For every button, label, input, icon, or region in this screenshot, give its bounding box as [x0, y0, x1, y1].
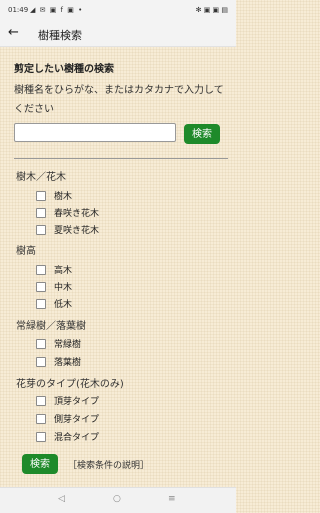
checkbox-option[interactable]: 頂芽タイプ: [36, 394, 99, 407]
checkbox[interactable]: [36, 431, 46, 442]
checkbox[interactable]: [36, 264, 46, 275]
notification-icons: ◢ ✉ ▣ f ▣ •: [30, 6, 84, 14]
search-instruction: 樹種名をひらがな、またはカタカナで入力してください: [14, 85, 224, 115]
checkbox-label: 側芽タイプ: [54, 415, 100, 425]
checkbox-option[interactable]: 春咲き花木: [36, 206, 99, 219]
search-heading: 剪定したい樹種の検索: [14, 64, 114, 75]
checkbox-option[interactable]: 落葉樹: [36, 355, 81, 368]
checkbox[interactable]: [36, 356, 46, 367]
bottom-search-button[interactable]: 検索: [22, 454, 58, 474]
checkbox[interactable]: [36, 281, 46, 292]
search-conditions-link[interactable]: ［検索条件の説明］: [68, 458, 149, 471]
checkbox-option[interactable]: 常緑樹: [36, 337, 81, 350]
checkbox[interactable]: [36, 190, 46, 201]
checkbox-label: 頂芽タイプ: [54, 397, 100, 407]
checkbox-label: 春咲き花木: [54, 209, 100, 219]
page-title: 樹種検索: [38, 29, 82, 42]
group-label-evergreen-deciduous: 常緑樹／落葉樹: [16, 321, 86, 332]
checkbox[interactable]: [36, 298, 46, 309]
checkbox-option[interactable]: 側芽タイプ: [36, 412, 99, 425]
group-label-flower-bud-type: 花芽のタイプ(花木のみ): [16, 379, 124, 390]
checkbox[interactable]: [36, 395, 46, 406]
checkbox-label: 中木: [54, 283, 73, 293]
checkbox-option[interactable]: 中木: [36, 280, 72, 293]
checkbox-label: 高木: [54, 266, 73, 276]
checkbox-label: 夏咲き花木: [54, 226, 100, 236]
checkbox-label: 常緑樹: [54, 340, 82, 350]
checkbox[interactable]: [36, 224, 46, 235]
app-bar: ← 樹種検索: [0, 22, 236, 47]
back-arrow-icon[interactable]: ←: [8, 25, 19, 40]
search-button[interactable]: 検索: [184, 124, 220, 144]
checkbox[interactable]: [36, 338, 46, 349]
checkbox-label: 落葉樹: [54, 358, 82, 368]
group-label-tree-type: 樹木／花木: [16, 172, 66, 183]
nav-recents-icon[interactable]: ≡: [168, 494, 176, 504]
system-nav-bar: ◁ ○ ≡: [0, 487, 236, 513]
checkbox-label: 低木: [54, 300, 73, 310]
nav-home-icon[interactable]: ○: [113, 494, 121, 504]
tree-name-input[interactable]: [14, 123, 176, 142]
checkbox[interactable]: [36, 207, 46, 218]
checkbox-label: 樹木: [54, 192, 73, 202]
checkbox-option[interactable]: 低木: [36, 297, 72, 310]
checkbox-option[interactable]: 高木: [36, 263, 72, 276]
status-time: 01:49: [8, 6, 29, 14]
status-bar: 01:49 ◢ ✉ ▣ f ▣ • ✻ ▣ ▣ ▤: [0, 0, 236, 22]
system-status-icons: ✻ ▣ ▣ ▤: [195, 6, 228, 14]
checkbox[interactable]: [36, 413, 46, 424]
checkbox-option[interactable]: 混合タイプ: [36, 430, 99, 443]
checkbox-option[interactable]: 樹木: [36, 189, 72, 202]
group-label-height: 樹高: [16, 246, 36, 257]
nav-back-icon[interactable]: ◁: [58, 494, 65, 504]
divider: [14, 158, 228, 159]
search-form: 剪定したい樹種の検索 樹種名をひらがな、またはカタカナで入力してください 検索 …: [0, 47, 236, 487]
checkbox-option[interactable]: 夏咲き花木: [36, 223, 99, 236]
checkbox-label: 混合タイプ: [54, 433, 100, 443]
